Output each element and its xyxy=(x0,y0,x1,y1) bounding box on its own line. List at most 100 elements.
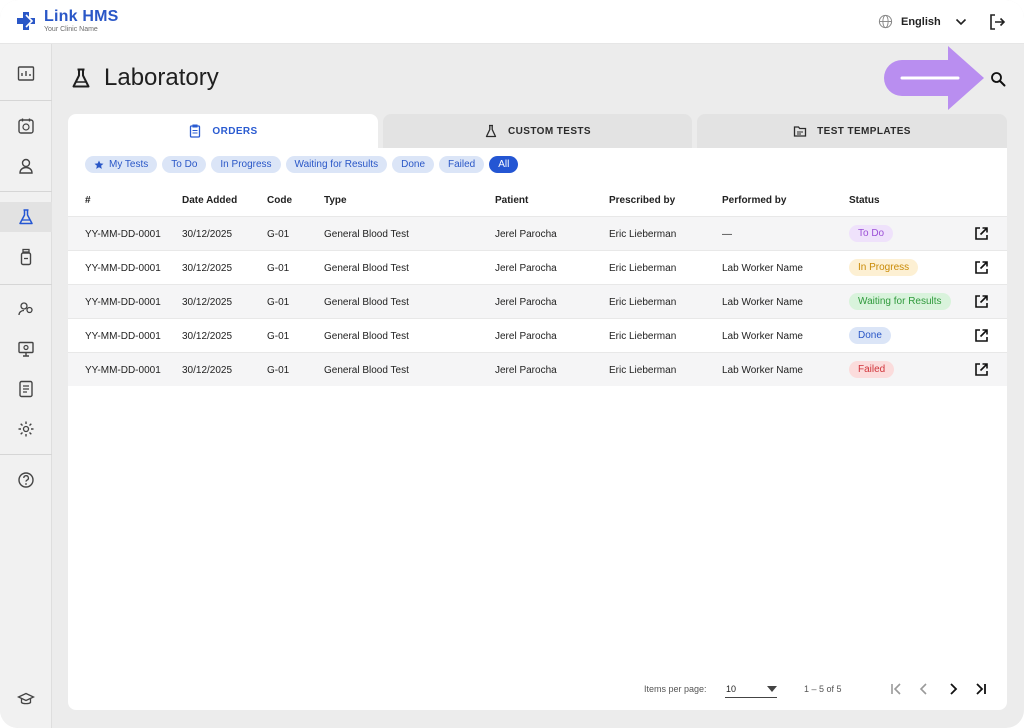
cell-type: General Blood Test xyxy=(324,297,409,308)
column-header-status[interactable]: Status xyxy=(849,195,880,206)
column-header-date[interactable]: Date Added xyxy=(182,195,237,206)
first-page-icon[interactable] xyxy=(888,681,904,697)
document-icon xyxy=(19,380,33,398)
column-header-patient[interactable]: Patient xyxy=(495,195,528,206)
cell-prescribed-by: Eric Lieberman xyxy=(609,297,677,308)
column-header-id[interactable]: # xyxy=(85,195,91,206)
cell-type: General Blood Test xyxy=(324,229,409,240)
cell-order-id: YY-MM-DD-0001 xyxy=(85,263,161,274)
filter-chip-failed[interactable]: Failed xyxy=(439,156,485,173)
last-page-icon[interactable] xyxy=(973,681,989,697)
tab-label: ORDERS xyxy=(212,125,258,137)
cell-code: G-01 xyxy=(267,365,290,376)
flask-icon xyxy=(485,124,497,138)
cell-type: General Blood Test xyxy=(324,365,409,376)
filter-chip-in-progress[interactable]: In Progress xyxy=(211,156,281,173)
tab-label: TEST TEMPLATES xyxy=(817,125,911,137)
filter-chip-done[interactable]: Done xyxy=(392,156,434,173)
sidebar-item-reports[interactable] xyxy=(0,374,52,404)
language-selector[interactable]: English xyxy=(878,14,967,29)
star-icon xyxy=(94,160,104,169)
language-label: English xyxy=(901,15,941,28)
column-header-performed-by[interactable]: Performed by xyxy=(722,195,786,206)
column-header-type[interactable]: Type xyxy=(324,195,347,206)
status-badge: Done xyxy=(849,327,891,344)
logout-icon[interactable] xyxy=(988,13,1006,31)
medicine-bottle-icon xyxy=(20,248,32,266)
sidebar xyxy=(0,44,52,728)
cell-patient: Jerel Parocha xyxy=(495,229,557,240)
cell-code: G-01 xyxy=(267,331,290,342)
cell-order-id: YY-MM-DD-0001 xyxy=(85,297,161,308)
tab-test-templates[interactable]: TEST TEMPLATES xyxy=(697,114,1007,148)
flask-icon xyxy=(72,68,90,88)
items-per-page-value: 10 xyxy=(726,684,737,694)
cell-date-added: 30/12/2025 xyxy=(182,365,233,376)
sidebar-item-settings[interactable] xyxy=(0,414,52,444)
cell-date-added: 30/12/2025 xyxy=(182,263,233,274)
cell-patient: Jerel Parocha xyxy=(495,331,557,342)
app-logo[interactable]: Link HMS Your Clinic Name xyxy=(16,9,119,33)
table-row[interactable]: YY-MM-DD-0001 30/12/2025 G-01 General Blood… xyxy=(68,216,1007,250)
open-in-new-icon[interactable] xyxy=(974,260,989,275)
filter-chip-waiting-for-results[interactable]: Waiting for Results xyxy=(285,156,388,173)
sidebar-item-monitor[interactable] xyxy=(0,334,52,364)
cell-date-added: 30/12/2025 xyxy=(182,297,233,308)
sidebar-item-laboratory[interactable] xyxy=(0,202,52,232)
open-in-new-icon[interactable] xyxy=(974,328,989,343)
cell-performed-by: Lab Worker Name xyxy=(722,297,803,308)
app-name: Link HMS xyxy=(44,8,119,25)
cell-order-id: YY-MM-DD-0001 xyxy=(85,229,161,240)
monitor-icon xyxy=(18,341,34,357)
top-bar: Link HMS Your Clinic Name English xyxy=(0,0,1024,44)
status-badge: Failed xyxy=(849,361,895,378)
tab-label: CUSTOM TESTS xyxy=(508,125,591,137)
cell-type: General Blood Test xyxy=(324,331,409,342)
cell-patient: Jerel Parocha xyxy=(495,297,557,308)
page-range: 1 – 5 of 5 xyxy=(804,684,842,694)
pagination: Items per page: 10 1 – 5 of 5 xyxy=(68,680,1007,700)
table-row[interactable]: YY-MM-DD-0001 30/12/2025 G-01 General Blood… xyxy=(68,250,1007,284)
cell-patient: Jerel Parocha xyxy=(495,365,557,376)
flask-icon xyxy=(19,209,33,225)
search-icon[interactable] xyxy=(989,70,1007,88)
sidebar-item-appointments[interactable] xyxy=(0,111,52,141)
table-header: # Date Added Code Type Patient Prescribe… xyxy=(68,186,1007,216)
column-header-code[interactable]: Code xyxy=(267,195,292,206)
annotation-arrow-icon xyxy=(884,46,984,110)
sidebar-item-help[interactable] xyxy=(0,465,52,495)
items-per-page-label: Items per page: xyxy=(644,684,707,694)
globe-icon xyxy=(878,14,893,29)
dashboard-icon xyxy=(17,66,35,81)
sidebar-item-dashboard[interactable] xyxy=(0,59,52,89)
calendar-clock-icon xyxy=(18,118,34,134)
table-row[interactable]: YY-MM-DD-0001 30/12/2025 G-01 General Blood… xyxy=(68,284,1007,318)
table-row[interactable]: YY-MM-DD-0001 30/12/2025 G-01 General Blood… xyxy=(68,318,1007,352)
filter-chip-my-tests[interactable]: My Tests xyxy=(85,156,158,173)
clinic-name: Your Clinic Name xyxy=(44,26,98,33)
clipboard-icon xyxy=(190,124,201,138)
items-per-page-select[interactable]: 10 xyxy=(725,680,777,698)
column-header-prescribed-by[interactable]: Prescribed by xyxy=(609,195,675,206)
filter-chip-to-do[interactable]: To Do xyxy=(162,156,207,173)
open-in-new-icon[interactable] xyxy=(974,362,989,377)
page-header: Laboratory xyxy=(70,64,219,92)
previous-page-icon[interactable] xyxy=(916,681,932,697)
sidebar-item-staff[interactable] xyxy=(0,294,52,324)
sidebar-item-learning[interactable] xyxy=(0,684,52,714)
tab-orders[interactable]: ORDERS xyxy=(68,114,378,148)
open-in-new-icon[interactable] xyxy=(974,294,989,309)
sidebar-item-patients[interactable] xyxy=(0,151,52,181)
table-row[interactable]: YY-MM-DD-0001 30/12/2025 G-01 General Blood… xyxy=(68,352,1007,386)
cell-performed-by: Lab Worker Name xyxy=(722,365,803,376)
filter-chip-all[interactable]: All xyxy=(489,156,519,173)
cross-logo-icon xyxy=(17,12,35,30)
folder-icon xyxy=(793,126,807,137)
next-page-icon[interactable] xyxy=(945,681,961,697)
open-in-new-icon[interactable] xyxy=(974,226,989,241)
tab-custom-tests[interactable]: CUSTOM TESTS xyxy=(383,114,692,148)
help-icon xyxy=(18,472,34,488)
sidebar-item-pharmacy[interactable] xyxy=(0,242,52,272)
cell-prescribed-by: Eric Lieberman xyxy=(609,365,677,376)
status-badge: Waiting for Results xyxy=(849,293,951,310)
